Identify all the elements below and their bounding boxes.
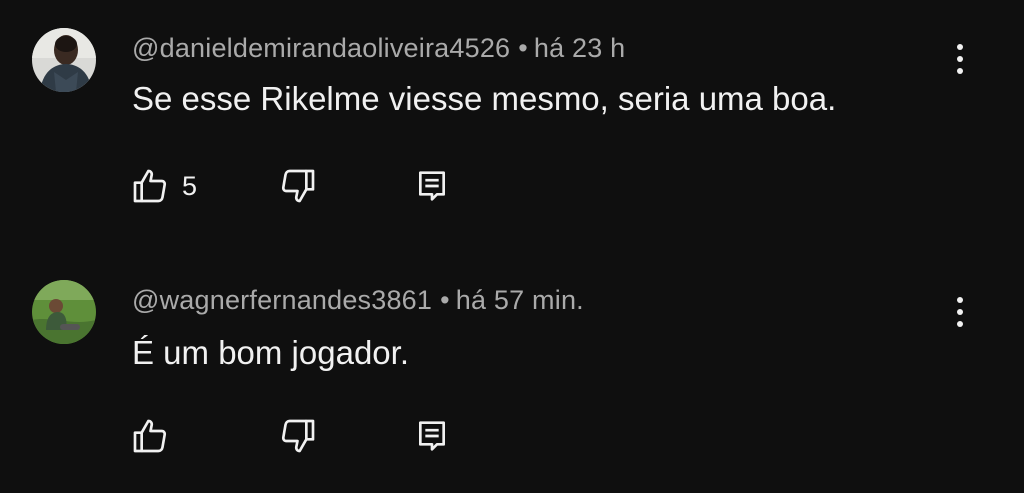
more-vertical-icon[interactable]	[946, 39, 974, 79]
comment-actions: 5	[0, 164, 1024, 208]
meta-separator: •	[518, 33, 528, 63]
reply-button[interactable]	[412, 164, 452, 208]
comment-item: @wagnerfernandes3861 • há 57 min. É um bom…	[0, 252, 1024, 492]
comment-meta: @wagnerfernandes3861 • há 57 min.	[132, 285, 584, 316]
avatar[interactable]	[32, 280, 96, 344]
dislike-button[interactable]	[278, 414, 318, 458]
comment-actions	[0, 414, 1024, 458]
more-vertical-icon[interactable]	[946, 292, 974, 332]
comment-author[interactable]: @danieldemirandaoliveira4526	[132, 33, 510, 63]
comment-author[interactable]: @wagnerfernandes3861	[132, 285, 432, 315]
meta-separator: •	[440, 285, 450, 315]
like-button[interactable]: 5	[130, 164, 197, 208]
thumbs-down-icon	[281, 169, 315, 203]
like-count: 5	[182, 170, 198, 201]
reply-button[interactable]	[412, 414, 452, 458]
comment-timestamp[interactable]: há 57 min.	[456, 285, 584, 315]
reply-comment-icon	[419, 171, 445, 201]
comment-item: @danieldemirandaoliveira4526 • há 23 h Se …	[0, 0, 1024, 240]
comment-text: É um bom jogador.	[132, 334, 409, 371]
avatar[interactable]	[32, 28, 96, 92]
thumbs-up-icon	[133, 169, 167, 203]
thumbs-down-icon	[281, 419, 315, 453]
comment-text: Se esse Rikelme viesse mesmo, seria uma …	[132, 80, 837, 117]
comment-meta: @danieldemirandaoliveira4526 • há 23 h	[132, 33, 625, 64]
reply-comment-icon	[419, 421, 445, 451]
dislike-button[interactable]	[278, 164, 318, 208]
thumbs-up-icon	[133, 419, 167, 453]
comment-timestamp[interactable]: há 23 h	[534, 33, 625, 63]
like-button[interactable]	[130, 414, 182, 458]
